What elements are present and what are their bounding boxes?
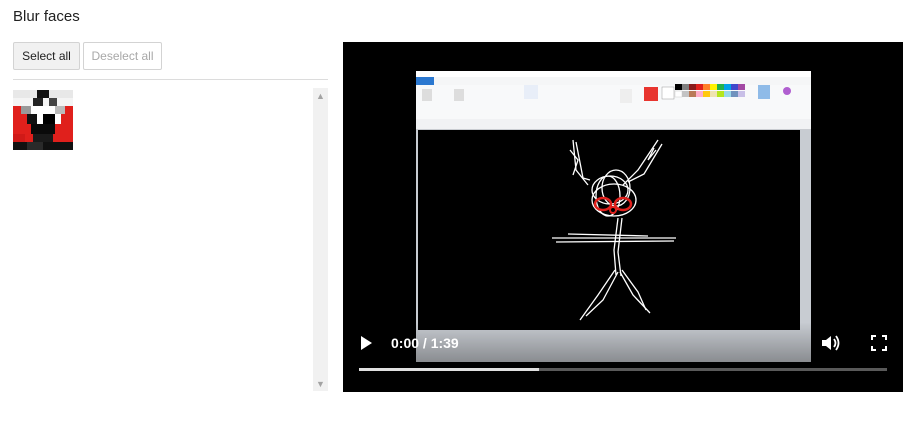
thumbnail-scrollbar[interactable]: ▲ ▼ xyxy=(313,88,328,391)
controls-overlay xyxy=(343,322,903,392)
seek-bar-buffered xyxy=(359,368,539,371)
time-display: 0:00 / 1:39 xyxy=(391,335,459,351)
fullscreen-icon[interactable] xyxy=(871,335,887,351)
video-player[interactable]: 0:00 / 1:39 xyxy=(343,42,903,392)
paint-ribbon-image xyxy=(416,71,811,130)
divider xyxy=(13,79,328,80)
video-frame xyxy=(416,71,811,362)
select-all-button[interactable]: Select all xyxy=(13,42,80,70)
face-thumbnail[interactable] xyxy=(13,90,73,150)
volume-icon[interactable] xyxy=(821,334,841,352)
seek-bar[interactable] xyxy=(359,368,887,371)
stick-figure-drawing xyxy=(418,130,800,330)
deselect-all-button[interactable]: Deselect all xyxy=(83,42,162,70)
play-icon[interactable] xyxy=(358,334,374,352)
scroll-up-icon[interactable]: ▲ xyxy=(313,88,328,103)
scroll-down-icon[interactable]: ▼ xyxy=(313,376,328,391)
page-title: Blur faces xyxy=(13,8,80,25)
